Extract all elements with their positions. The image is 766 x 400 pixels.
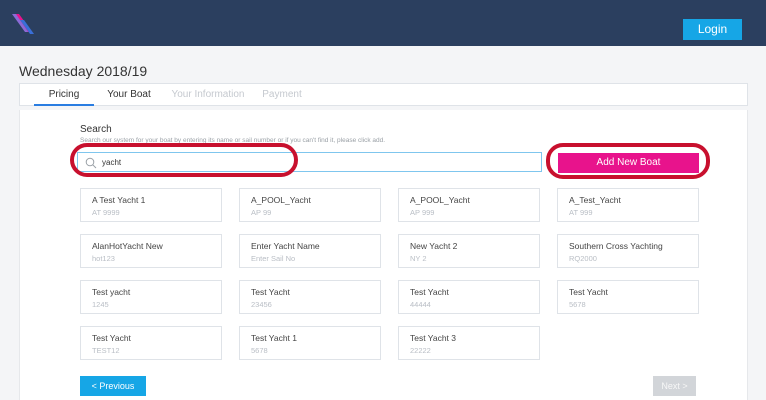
tab-your-boat[interactable]: Your Boat <box>94 84 164 106</box>
boat-name: A_POOL_Yacht <box>410 195 470 205</box>
boat-name: Test Yacht 1 <box>251 333 297 343</box>
sail-number: AP 99 <box>251 208 272 217</box>
sail-number: AT 9999 <box>92 208 120 217</box>
sail-number: 23456 <box>251 300 272 309</box>
top-navbar: Login <box>0 0 766 46</box>
tab-your-information: Your Information <box>171 89 245 100</box>
boat-name: Southern Cross Yachting <box>569 241 663 251</box>
add-button-highlight-annotation <box>546 143 710 179</box>
page-title: Wednesday 2018/19 <box>19 63 148 79</box>
boat-name: AlanHotYacht New <box>92 241 163 251</box>
boat-card[interactable]: Test Yacht 44444 <box>398 280 540 314</box>
boat-card[interactable]: Test Yacht TEST12 <box>80 326 222 360</box>
sail-number: Enter Sail No <box>251 254 296 263</box>
boat-name: A Test Yacht 1 <box>92 195 146 205</box>
next-button: Next > <box>653 376 696 396</box>
search-label: Search <box>80 124 112 135</box>
sail-number: RQ2000 <box>569 254 597 263</box>
previous-button[interactable]: < Previous <box>80 376 146 396</box>
boat-name: New Yacht 2 <box>410 241 458 251</box>
boat-card[interactable]: A_POOL_Yacht AP 999 <box>398 188 540 222</box>
boat-card[interactable]: Test Yacht 5678 <box>557 280 699 314</box>
boat-name: Test Yacht <box>251 287 290 297</box>
boat-card[interactable]: Test Yacht 1 5678 <box>239 326 381 360</box>
boat-name: Test yacht <box>92 287 131 297</box>
boat-card[interactable]: Southern Cross Yachting RQ2000 <box>557 234 699 268</box>
boat-name: Test Yacht <box>569 287 608 297</box>
boat-card[interactable]: Enter Yacht Name Enter Sail No <box>239 234 381 268</box>
boat-card[interactable]: Test yacht 1245 <box>80 280 222 314</box>
boat-name: Test Yacht 3 <box>410 333 456 343</box>
search-highlight-annotation <box>70 143 298 177</box>
sail-number: 22222 <box>410 346 431 355</box>
boat-card[interactable]: A_Test_Yacht AT 999 <box>557 188 699 222</box>
tab-payment: Payment <box>262 89 302 100</box>
sail-number: 5678 <box>251 346 268 355</box>
sail-number: 44444 <box>410 300 431 309</box>
boat-card[interactable]: Test Yacht 23456 <box>239 280 381 314</box>
boat-card[interactable]: AlanHotYacht New hot123 <box>80 234 222 268</box>
boat-card[interactable]: A_POOL_Yacht AP 99 <box>239 188 381 222</box>
boat-card[interactable]: A Test Yacht 1 AT 9999 <box>80 188 222 222</box>
boat-card[interactable]: Test Yacht 3 22222 <box>398 326 540 360</box>
sail-number: AP 999 <box>410 208 435 217</box>
tab-pricing[interactable]: Pricing <box>34 84 94 106</box>
boat-selection-panel: Search Search our system for your boat b… <box>19 110 748 400</box>
sail-number: hot123 <box>92 254 115 263</box>
boat-name: A_POOL_Yacht <box>251 195 311 205</box>
sail-number: TEST12 <box>92 346 120 355</box>
boat-name: A_Test_Yacht <box>569 195 621 205</box>
sail-number: AT 999 <box>569 208 593 217</box>
sail-number: NY 2 <box>410 254 427 263</box>
login-button[interactable]: Login <box>683 19 742 40</box>
sail-number: 1245 <box>92 300 109 309</box>
boat-card[interactable]: New Yacht 2 NY 2 <box>398 234 540 268</box>
sail-number: 5678 <box>569 300 586 309</box>
boat-name: Test Yacht <box>410 287 449 297</box>
app-logo-icon[interactable] <box>10 10 36 36</box>
step-tabs: Pricing Your Boat Your Information Payme… <box>19 83 748 106</box>
boat-name: Enter Yacht Name <box>251 241 320 251</box>
boat-name: Test Yacht <box>92 333 131 343</box>
